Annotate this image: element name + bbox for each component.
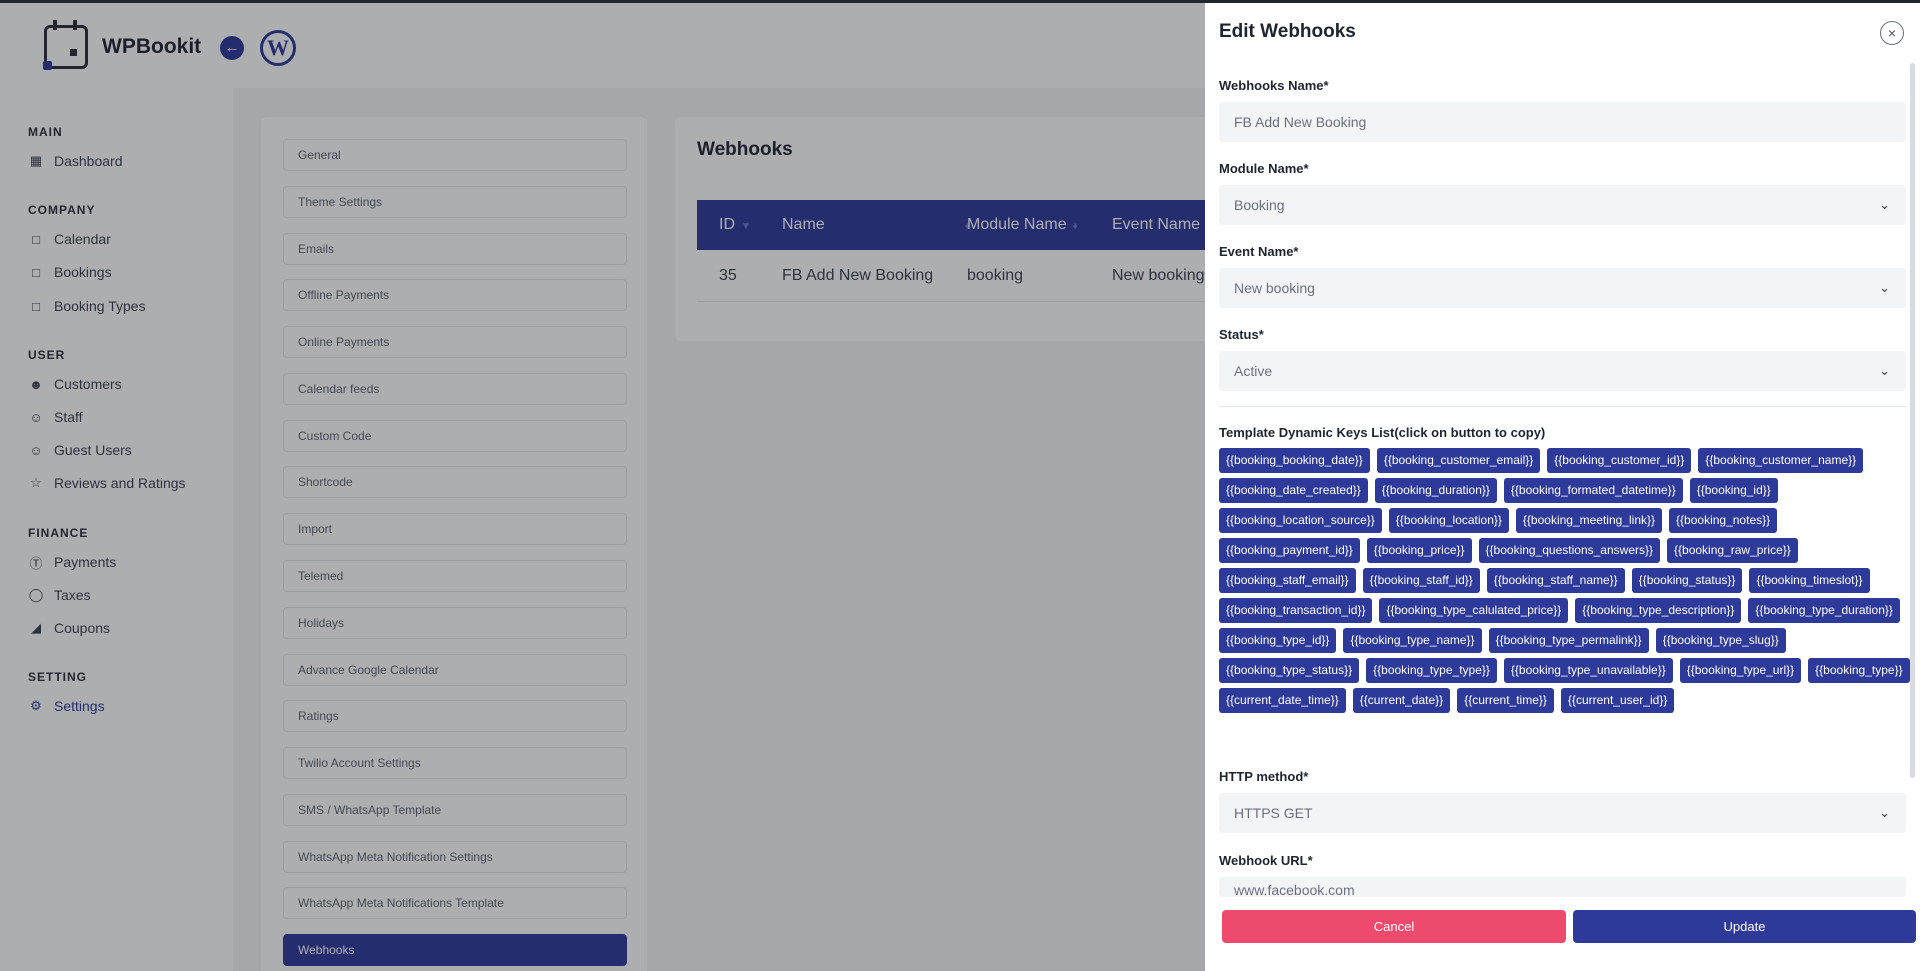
dynamic-key-button[interactable]: {{booking_meeting_link}} [1515, 508, 1663, 533]
event-name-label: Event Name* [1219, 244, 1299, 259]
dynamic-key-button[interactable]: {{booking_formated_datetime}} [1503, 478, 1683, 503]
dynamic-key-button[interactable]: {{booking_staff_name}} [1486, 568, 1625, 593]
dynamic-key-button[interactable]: {{current_date}} [1352, 688, 1451, 713]
dynamic-key-button[interactable]: {{booking_type_slug}} [1655, 628, 1786, 653]
dynamic-key-button[interactable]: {{booking_type_type}} [1366, 658, 1497, 683]
dynamic-key-button[interactable]: {{booking_id}} [1689, 478, 1778, 503]
dynamic-key-button[interactable]: {{booking_transaction_id}} [1219, 598, 1373, 623]
webhooks-name-input[interactable]: FB Add New Booking [1219, 102, 1906, 142]
dynamic-key-button[interactable]: {{booking_location}} [1388, 508, 1509, 533]
cancel-button[interactable]: Cancel [1222, 910, 1566, 943]
dynamic-key-button[interactable]: {{booking_staff_email}} [1219, 568, 1356, 593]
webhooks-name-label: Webhooks Name* [1219, 78, 1329, 93]
close-icon[interactable]: × [1880, 21, 1904, 45]
dynamic-key-button[interactable]: {{booking_type}} [1808, 658, 1910, 683]
dynamic-keys-label: Template Dynamic Keys List(click on butt… [1219, 425, 1546, 440]
dynamic-key-button[interactable]: {{booking_customer_email}} [1376, 448, 1541, 473]
dynamic-key-button[interactable]: {{booking_raw_price}} [1667, 538, 1798, 563]
dynamic-key-button[interactable]: {{booking_type_id}} [1219, 628, 1337, 653]
chevron-down-icon: ⌄ [1879, 805, 1890, 820]
http-method-label: HTTP method* [1219, 769, 1309, 784]
webhook-url-input[interactable]: www.facebook.com [1219, 877, 1906, 897]
dynamic-key-button[interactable]: {{current_time}} [1457, 688, 1554, 713]
dynamic-key-button[interactable]: {{booking_type_description}} [1575, 598, 1742, 623]
chevron-down-icon: ⌄ [1879, 197, 1890, 212]
dynamic-key-button[interactable]: {{booking_type_status}} [1219, 658, 1360, 683]
http-method-select[interactable]: HTTPS GET ⌄ [1219, 793, 1906, 833]
module-name-select[interactable]: Booking ⌄ [1219, 185, 1906, 225]
dynamic-key-button[interactable]: {{booking_payment_id}} [1219, 538, 1360, 563]
divider [1219, 406, 1906, 407]
webhooks-name-value: FB Add New Booking [1234, 114, 1367, 130]
dynamic-key-button[interactable]: {{booking_staff_id}} [1362, 568, 1480, 593]
webhook-url-value: www.facebook.com [1234, 882, 1355, 897]
dynamic-key-button[interactable]: {{booking_type_url}} [1679, 658, 1802, 683]
dynamic-key-button[interactable]: {{booking_type_name}} [1343, 628, 1482, 653]
drawer-title: Edit Webhooks [1219, 21, 1356, 42]
dynamic-key-button[interactable]: {{booking_customer_name}} [1698, 448, 1864, 473]
status-select[interactable]: Active ⌄ [1219, 351, 1906, 391]
dynamic-key-button[interactable]: {{current_user_id}} [1560, 688, 1675, 713]
dynamic-keys-list: {{booking_booking_date}} {{booking_custo… [1219, 448, 1919, 713]
http-method-value: HTTPS GET [1234, 805, 1313, 821]
webhook-url-label: Webhook URL* [1219, 853, 1313, 868]
dynamic-key-button[interactable]: {{booking_status}} [1631, 568, 1743, 593]
dynamic-key-button[interactable]: {{booking_type_permalink}} [1488, 628, 1649, 653]
dynamic-key-button[interactable]: {{booking_notes}} [1669, 508, 1778, 533]
edit-webhooks-drawer: Edit Webhooks × Webhooks Name* FB Add Ne… [1205, 3, 1920, 971]
event-name-select[interactable]: New booking ⌄ [1219, 268, 1906, 308]
status-label: Status* [1219, 327, 1264, 342]
dynamic-key-button[interactable]: {{booking_timeslot}} [1749, 568, 1870, 593]
dynamic-key-button[interactable]: {{booking_type_calulated_price}} [1379, 598, 1569, 623]
event-name-value: New booking [1234, 280, 1315, 296]
dynamic-key-button[interactable]: {{booking_type_duration}} [1748, 598, 1900, 623]
update-button[interactable]: Update [1573, 910, 1916, 943]
module-name-value: Booking [1234, 197, 1285, 213]
dynamic-key-button[interactable]: {{booking_date_created}} [1219, 478, 1368, 503]
dynamic-key-button[interactable]: {{booking_booking_date}} [1219, 448, 1370, 473]
dynamic-key-button[interactable]: {{booking_customer_id}} [1547, 448, 1692, 473]
status-value: Active [1234, 363, 1273, 379]
chevron-down-icon: ⌄ [1879, 280, 1890, 295]
dynamic-key-button[interactable]: {{booking_questions_answers}} [1478, 538, 1660, 563]
dynamic-key-button[interactable]: {{booking_duration}} [1374, 478, 1497, 503]
dynamic-key-button[interactable]: {{booking_location_source}} [1219, 508, 1382, 533]
chevron-down-icon: ⌄ [1879, 363, 1890, 378]
module-name-label: Module Name* [1219, 161, 1309, 176]
dynamic-key-button[interactable]: {{booking_type_unavailable}} [1503, 658, 1673, 683]
dynamic-key-button[interactable]: {{current_date_time}} [1219, 688, 1346, 713]
dynamic-key-button[interactable]: {{booking_price}} [1366, 538, 1472, 563]
